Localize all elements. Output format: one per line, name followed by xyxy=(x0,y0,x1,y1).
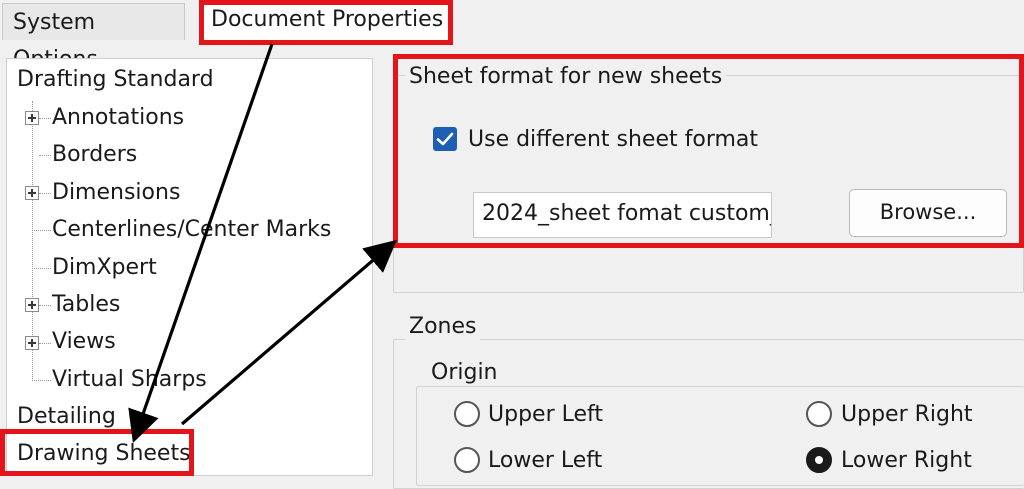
arrow-to-drawing-sheets xyxy=(128,43,274,444)
arrow-to-sheet-format xyxy=(180,239,397,426)
annotation-arrows xyxy=(128,43,397,444)
